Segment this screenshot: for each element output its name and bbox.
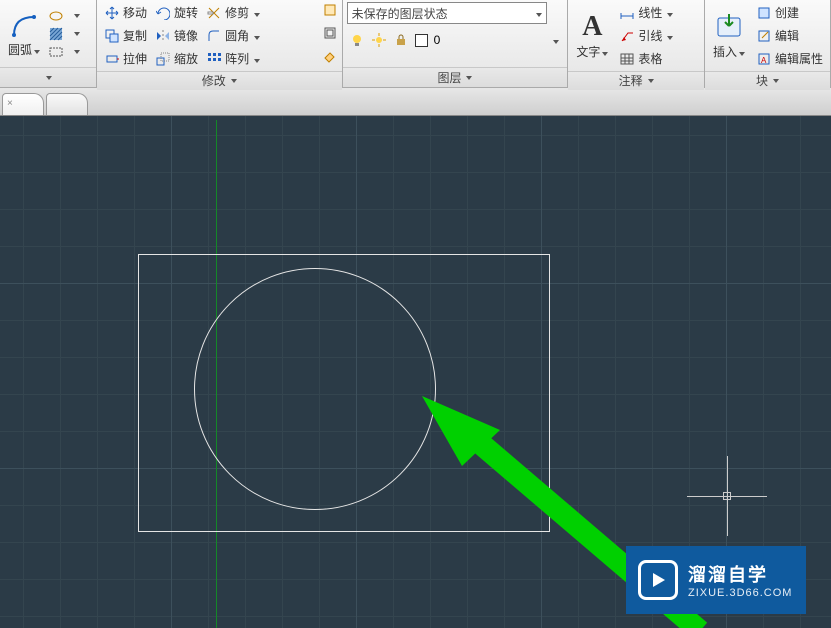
- copy-icon: [104, 28, 120, 44]
- editattr-label: 编辑属性: [775, 50, 823, 67]
- dimension-icon: [619, 5, 635, 21]
- panel-annotate: A 文字 线性 引线 表格 注释: [568, 0, 705, 87]
- watermark-url: ZIXUE.3D66.COM: [688, 587, 792, 599]
- edit-block-icon: [756, 28, 772, 44]
- doc-tab-1[interactable]: ×: [2, 93, 44, 115]
- table-icon: [619, 51, 635, 67]
- panel-annotate-title[interactable]: 注释: [568, 71, 704, 90]
- scale-label: 缩放: [174, 50, 198, 67]
- dimension-button[interactable]: 线性: [616, 2, 676, 23]
- insert-button[interactable]: 插入: [709, 9, 749, 62]
- leader-button[interactable]: 引线: [616, 25, 676, 46]
- hatch-icon[interactable]: [48, 26, 64, 42]
- close-icon[interactable]: ×: [7, 98, 13, 109]
- text-icon: A: [576, 11, 608, 43]
- layer-state-text: 未保存的图层状态: [352, 5, 448, 22]
- edit-attr-icon: A: [756, 51, 772, 67]
- erase-icon[interactable]: [322, 48, 338, 64]
- ellipse-icon[interactable]: [48, 8, 64, 24]
- stretch-button[interactable]: 拉伸: [101, 48, 150, 69]
- move-button[interactable]: 移动: [101, 2, 150, 23]
- arc-icon: [8, 9, 40, 41]
- layer-color-swatch[interactable]: [415, 34, 428, 47]
- svg-text:A: A: [761, 56, 767, 65]
- watermark-play-icon: [638, 560, 678, 600]
- edit-attr-button[interactable]: A 编辑属性: [753, 48, 826, 69]
- panel-layer: 未保存的图层状态 0 图层: [343, 0, 569, 87]
- sun-freeze-icon[interactable]: [371, 32, 387, 48]
- region-dd[interactable]: [68, 44, 84, 60]
- layer-state-combo[interactable]: 未保存的图层状态: [347, 2, 547, 24]
- text-button[interactable]: A 文字: [572, 9, 612, 62]
- panel-draw: 圆弧: [0, 0, 97, 87]
- watermark-title: 溜溜自学: [688, 561, 792, 587]
- move-icon: [104, 5, 120, 21]
- text-label: 文字: [576, 45, 600, 59]
- ellipse-dd[interactable]: [68, 8, 84, 24]
- panel-draw-title[interactable]: [0, 67, 96, 87]
- fillet-button[interactable]: 圆角: [203, 25, 263, 46]
- explode-icon[interactable]: [322, 2, 338, 18]
- rotate-label: 旋转: [174, 4, 198, 21]
- edit-block-button[interactable]: 编辑: [753, 25, 826, 46]
- lightbulb-on-icon[interactable]: [349, 32, 365, 48]
- insert-label: 插入: [713, 45, 737, 59]
- mirror-button[interactable]: 镜像: [152, 25, 201, 46]
- dim-label: 线性: [638, 4, 662, 21]
- ribbon: 圆弧: [0, 0, 831, 88]
- region-icon[interactable]: [48, 44, 64, 60]
- watermark-badge: 溜溜自学 ZIXUE.3D66.COM: [626, 546, 806, 614]
- rotate-button[interactable]: 旋转: [152, 2, 201, 23]
- fillet-icon: [206, 28, 222, 44]
- panel-block: 插入 创建 编辑 A 编辑属性 块: [705, 0, 831, 87]
- copy-label: 复制: [123, 27, 147, 44]
- drawing-canvas[interactable]: 溜溜自学 ZIXUE.3D66.COM: [0, 116, 831, 628]
- layer-dd[interactable]: [551, 33, 559, 47]
- leader-icon: [619, 28, 635, 44]
- lock-icon[interactable]: [393, 32, 409, 48]
- trim-button[interactable]: 修剪: [203, 2, 263, 23]
- document-tabs: ×: [0, 88, 831, 116]
- panel-layer-title[interactable]: 图层: [343, 67, 568, 87]
- array-label: 阵列: [225, 50, 249, 67]
- offset-icon[interactable]: [322, 25, 338, 41]
- create-icon: [756, 5, 772, 21]
- edit-label: 编辑: [775, 27, 799, 44]
- array-button[interactable]: 阵列: [203, 48, 263, 69]
- create-label: 创建: [775, 4, 799, 21]
- stretch-icon: [104, 51, 120, 67]
- scale-icon: [155, 51, 171, 67]
- trim-icon: [206, 5, 222, 21]
- table-label: 表格: [638, 50, 662, 67]
- panel-block-title[interactable]: 块: [705, 71, 830, 90]
- create-block-button[interactable]: 创建: [753, 2, 826, 23]
- copy-button[interactable]: 复制: [101, 25, 150, 46]
- leader-label: 引线: [638, 27, 662, 44]
- panel-modify: 移动 旋转 修剪 复制: [97, 0, 343, 87]
- doc-tab-new[interactable]: [46, 93, 88, 115]
- layer-current-name: 0: [434, 33, 441, 47]
- arc-button[interactable]: 圆弧: [4, 7, 44, 60]
- scale-button[interactable]: 缩放: [152, 48, 201, 69]
- insert-icon: [713, 11, 745, 43]
- rotate-icon: [155, 5, 171, 21]
- trim-label: 修剪: [225, 4, 249, 21]
- hatch-dd[interactable]: [68, 26, 84, 42]
- arc-label: 圆弧: [8, 43, 32, 57]
- mirror-label: 镜像: [174, 27, 198, 44]
- drawn-circle[interactable]: [194, 268, 436, 510]
- move-label: 移动: [123, 4, 147, 21]
- array-icon: [206, 51, 222, 67]
- stretch-label: 拉伸: [123, 50, 147, 67]
- panel-modify-title[interactable]: 修改: [97, 71, 342, 90]
- mirror-icon: [155, 28, 171, 44]
- fillet-label: 圆角: [225, 27, 249, 44]
- table-button[interactable]: 表格: [616, 48, 676, 69]
